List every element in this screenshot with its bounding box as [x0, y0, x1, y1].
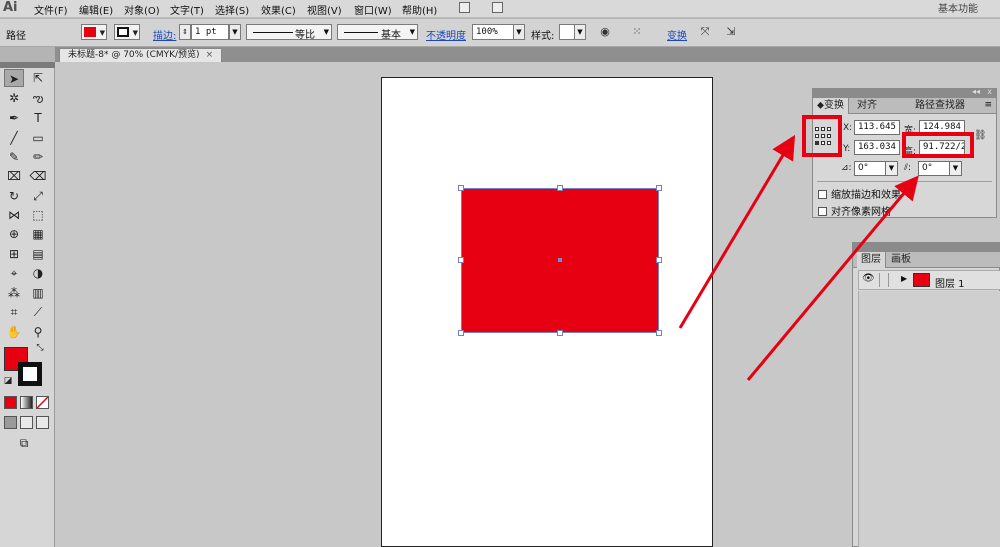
arrow-to-height — [746, 175, 919, 381]
arrow-to-reference-point — [678, 134, 796, 329]
annotation-arrows — [678, 134, 919, 381]
